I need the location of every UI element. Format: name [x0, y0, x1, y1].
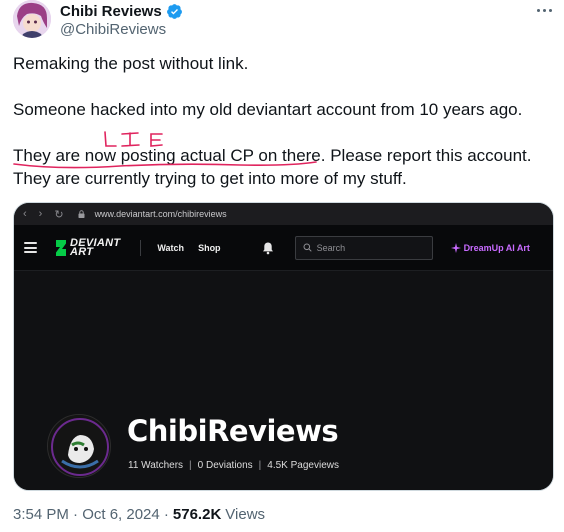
tweet-text: Remaking the post without link. Someone … — [13, 52, 553, 190]
deviantart-logo-icon — [56, 239, 66, 256]
browser-nav: ‹ › ↻ — [23, 208, 64, 221]
tweet-meta: 3:54 PM · Oct 6, 2024 · 576.2K Views — [13, 506, 265, 523]
more-options-icon[interactable] — [534, 2, 554, 18]
logo-text-line2: ART — [70, 245, 94, 258]
author-avatar[interactable] — [13, 0, 51, 38]
da-search-input — [316, 242, 417, 253]
tweet-timestamp[interactable]: 3:54 PM · Oct 6, 2024 · — [13, 506, 169, 523]
bell-icon — [262, 242, 273, 254]
underlined-claim: They are now posting actual CP on there — [13, 146, 321, 165]
dreamup-label: DreamUp AI Art — [463, 242, 530, 253]
forward-icon[interactable]: › — [39, 208, 43, 221]
profile-avatar — [47, 414, 111, 478]
profile-stats: 11 Watchers | 0 Deviations | 4.5K Pagevi… — [128, 460, 339, 471]
tweet-line-rest: . Please report this account. — [320, 146, 532, 165]
lock-icon — [78, 210, 85, 218]
author-name-row: Chibi Reviews — [60, 1, 183, 21]
dreamup-link: DreamUp AI Art — [450, 242, 530, 253]
nav-shop: Shop — [198, 242, 221, 253]
author-handle[interactable]: @ChibiReviews — [60, 21, 166, 38]
attached-screenshot[interactable]: ‹ › ↻ www.deviantart.com/chibireviews DE… — [13, 202, 554, 491]
sparkle-icon — [450, 242, 461, 253]
reload-icon[interactable]: ↻ — [54, 208, 63, 221]
verified-badge-icon — [166, 3, 182, 19]
nav-divider — [140, 239, 142, 256]
tweet-line: Someone hacked into my old deviantart ac… — [13, 100, 523, 119]
nav-watch: Watch — [157, 242, 185, 253]
views-label: Views — [225, 506, 266, 523]
stat-deviations: 0 Deviations — [197, 460, 253, 471]
da-search-box — [294, 235, 433, 260]
stat-divider: | — [189, 460, 192, 471]
back-icon[interactable]: ‹ — [23, 208, 27, 221]
profile-banner: ChibiReviews 11 Watchers | 0 Deviations … — [14, 271, 553, 490]
profile-username: ChibiReviews — [127, 414, 339, 448]
menu-icon — [24, 242, 37, 253]
deviantart-navbar: DEVIANT ART Watch Shop DreamUp AI Art — [14, 225, 553, 271]
tweet-header: Chibi Reviews @ChibiReviews — [13, 0, 554, 42]
deviantart-logo: DEVIANT ART — [55, 237, 120, 258]
stat-divider: | — [258, 460, 262, 471]
author-display-name[interactable]: Chibi Reviews — [60, 3, 162, 20]
stat-pageviews: 4.5K Pageviews — [267, 460, 339, 471]
browser-url: www.deviantart.com/chibireviews — [94, 209, 227, 219]
tweet-line: They are now posting actual CP on there.… — [13, 144, 553, 167]
tweet-line: Remaking the post without link. — [13, 54, 249, 73]
tweet-line: They are currently trying to get into mo… — [13, 169, 407, 188]
browser-address-bar: ‹ › ↻ www.deviantart.com/chibireviews — [14, 203, 553, 225]
views-count: 576.2K — [172, 506, 222, 523]
search-icon — [303, 243, 312, 252]
stat-watchers: 11 Watchers — [128, 460, 184, 471]
